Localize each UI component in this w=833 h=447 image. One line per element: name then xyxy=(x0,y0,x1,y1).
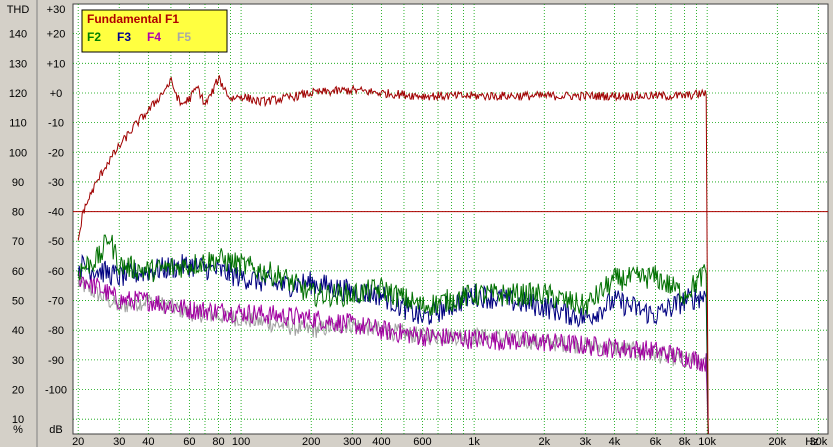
x-unit-label: Hz xyxy=(805,436,818,447)
thd-tick-label: 90 xyxy=(12,177,24,189)
x-tick-label: 4k xyxy=(609,436,621,447)
db-tick-label: -30 xyxy=(48,177,64,189)
thd-tick-label: 120 xyxy=(9,88,27,100)
distortion-analyzer-window: THD +30 % dB 20 30 40 60 80 100 200 300 400 600 1k… xyxy=(0,0,833,447)
x-tick-label: 600 xyxy=(413,436,431,447)
x-tick-label: 100 xyxy=(232,436,250,447)
x-tick-label: 2k xyxy=(538,436,550,447)
legend-f3: F3 xyxy=(117,30,131,44)
thd-tick-label: 80 xyxy=(12,207,24,219)
db-top-label: +30 xyxy=(47,4,66,16)
db-tick-label: +0 xyxy=(50,88,63,100)
x-tick-label: 60 xyxy=(183,436,195,447)
x-tick-label: 1k xyxy=(468,436,480,447)
legend-f5: F5 xyxy=(177,30,191,44)
legend-f4: F4 xyxy=(147,30,161,44)
x-tick-label: 20k xyxy=(768,436,786,447)
db-tick-label: -10 xyxy=(48,118,64,130)
db-tick-label: +10 xyxy=(47,58,66,70)
x-tick-label: 30 xyxy=(113,436,125,447)
thd-tick-label: 100 xyxy=(9,147,27,159)
plot-area[interactable] xyxy=(72,3,829,435)
x-tick-label: 400 xyxy=(372,436,390,447)
db-tick-label: -50 xyxy=(48,236,64,248)
thd-tick-label: 70 xyxy=(12,236,24,248)
db-tick-label: -90 xyxy=(48,355,64,367)
x-tick-label: 3k xyxy=(579,436,591,447)
harmonic-distortion-chart: THD +30 % dB 20 30 40 60 80 100 200 300 400 600 1k… xyxy=(0,0,829,447)
x-tick-label: 300 xyxy=(343,436,361,447)
db-unit-label: dB xyxy=(49,424,62,436)
db-tick-label: -20 xyxy=(48,147,64,159)
legend-fundamental-f1: Fundamental F1 xyxy=(87,12,179,26)
thd-header: THD xyxy=(7,4,30,16)
x-tick-label: 8k xyxy=(679,436,691,447)
x-tick-label: 40 xyxy=(142,436,154,447)
thd-tick-label: 60 xyxy=(12,266,24,278)
db-tick-label: -60 xyxy=(48,266,64,278)
thd-tick-label: 10 xyxy=(12,414,24,426)
thd-tick-label: 40 xyxy=(12,325,24,337)
thd-tick-label: 20 xyxy=(12,385,24,397)
thd-tick-label: 140 xyxy=(9,29,27,41)
x-tick-label: 200 xyxy=(302,436,320,447)
x-tick-label: 20 xyxy=(72,436,84,447)
thd-tick-label: 130 xyxy=(9,58,27,70)
thd-tick-label: 110 xyxy=(9,118,27,130)
thd-tick-label: 50 xyxy=(12,296,24,308)
db-tick-label: -70 xyxy=(48,296,64,308)
db-tick-label: -100 xyxy=(45,385,67,397)
legend: Fundamental F1 F2 F3 F4 F5 xyxy=(81,9,228,53)
x-tick-label: 80 xyxy=(212,436,224,447)
thd-tick-label: 30 xyxy=(12,355,24,367)
legend-f2: F2 xyxy=(87,30,101,44)
x-tick-label: 10k xyxy=(698,436,716,447)
db-tick-label: -40 xyxy=(48,207,64,219)
db-tick-label: -80 xyxy=(48,325,64,337)
db-tick-label: +20 xyxy=(47,29,66,41)
x-tick-label: 6k xyxy=(650,436,662,447)
